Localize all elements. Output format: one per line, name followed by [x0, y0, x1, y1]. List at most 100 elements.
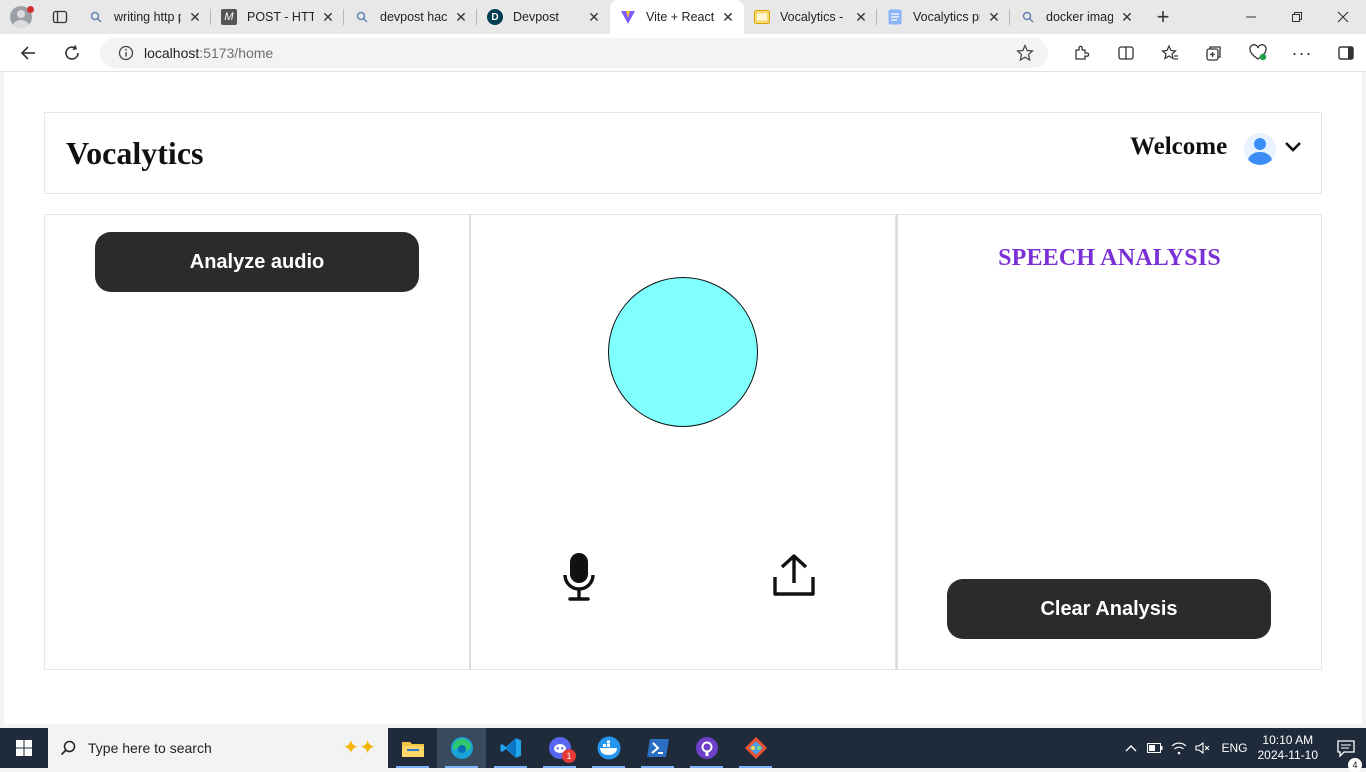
- collections-icon: [1206, 46, 1221, 61]
- taskbar-github-desktop[interactable]: [682, 728, 731, 768]
- taskbar-vscode[interactable]: [486, 728, 535, 768]
- taskbar-search-box[interactable]: Type here to search ✦✦: [48, 728, 388, 768]
- mdn-icon: M: [221, 9, 237, 25]
- upload-icon[interactable]: [772, 553, 816, 599]
- tab-title: Vocalytics - H: [780, 10, 847, 24]
- slides-icon: [754, 9, 770, 25]
- search-icon: [1020, 9, 1036, 25]
- more-options-button[interactable]: ···: [1280, 34, 1324, 72]
- app-header: Vocalytics Welcome: [44, 112, 1322, 194]
- tab-actions-icon: [52, 10, 68, 24]
- favorites-button[interactable]: [1148, 34, 1192, 72]
- tab-title: POST - HTTP: [247, 10, 314, 24]
- page-viewport: Vocalytics Welcome Analyze audio SPEECH …: [4, 72, 1362, 724]
- profile-button[interactable]: [0, 0, 42, 34]
- close-icon[interactable]: ✕: [586, 9, 602, 26]
- heart-pulse-icon: [1249, 44, 1267, 61]
- tab-vocalytics-docs[interactable]: Vocalytics pre ✕: [877, 0, 1010, 34]
- analyze-audio-button[interactable]: Analyze audio: [95, 232, 419, 292]
- search-icon: [88, 9, 104, 25]
- split-screen-icon: [1118, 46, 1134, 60]
- collections-button[interactable]: [1192, 34, 1236, 72]
- github-icon: [695, 737, 718, 759]
- close-icon[interactable]: ✕: [320, 9, 336, 26]
- taskbar-file-explorer[interactable]: [388, 728, 437, 768]
- url-path: :5173/home: [199, 45, 274, 61]
- close-icon[interactable]: ✕: [853, 9, 869, 26]
- search-icon: [48, 740, 88, 756]
- taskbar-docker[interactable]: [584, 728, 633, 768]
- microphone-icon[interactable]: [562, 551, 596, 603]
- tab-devpost[interactable]: D Devpost ✕: [477, 0, 610, 34]
- tab-vite-react[interactable]: Vite + React ✕: [610, 0, 744, 34]
- info-icon[interactable]: [108, 45, 144, 61]
- taskbar-edge[interactable]: [437, 728, 486, 768]
- notification-icon: [1337, 740, 1355, 758]
- notification-center-button[interactable]: 4: [1326, 738, 1366, 772]
- close-icon[interactable]: ✕: [1119, 9, 1135, 26]
- address-bar[interactable]: localhost:5173/home: [100, 38, 1048, 68]
- tab-title: Vite + React: [646, 10, 714, 24]
- sidebar-icon: [1338, 46, 1354, 60]
- extensions-button[interactable]: [1060, 34, 1104, 72]
- back-button[interactable]: [6, 34, 50, 72]
- url-host: localhost: [144, 45, 200, 61]
- taskbar-discord[interactable]: 1: [535, 728, 584, 768]
- puzzle-icon: [1075, 45, 1090, 60]
- notification-count-badge: 4: [1348, 758, 1362, 772]
- refresh-button[interactable]: [50, 34, 94, 72]
- audio-visualizer-orb: [608, 277, 758, 427]
- ellipsis-icon: ···: [1291, 42, 1313, 63]
- analyze-panel: Analyze audio: [44, 214, 470, 670]
- battery-icon[interactable]: [1143, 743, 1167, 753]
- close-window-button[interactable]: [1320, 0, 1366, 34]
- volume-muted-icon[interactable]: [1191, 741, 1215, 755]
- close-icon[interactable]: ✕: [187, 9, 203, 26]
- restore-button[interactable]: [1274, 0, 1320, 34]
- tab-vocalytics-slides[interactable]: Vocalytics - H ✕: [744, 0, 877, 34]
- minimize-icon: [1246, 16, 1256, 18]
- brand-title: Vocalytics: [66, 135, 204, 171]
- search-placeholder: Type here to search: [88, 740, 212, 756]
- docs-icon: [887, 9, 903, 25]
- close-icon: [1337, 11, 1349, 23]
- tab-docker-image[interactable]: docker image ✕: [1010, 0, 1143, 34]
- wifi-icon[interactable]: [1167, 741, 1191, 755]
- tab-title: docker image: [1046, 10, 1113, 24]
- chevron-up-icon: [1125, 745, 1137, 752]
- sidebar-toggle-button[interactable]: [1324, 34, 1366, 72]
- git-icon: [744, 737, 767, 759]
- chevron-down-icon[interactable]: [1284, 141, 1302, 153]
- show-hidden-icons-button[interactable]: [1119, 744, 1143, 752]
- taskbar-clock[interactable]: 10:10 AM 2024-11-10: [1258, 733, 1319, 763]
- tab-devpost-hack[interactable]: devpost hack ✕: [344, 0, 477, 34]
- language-indicator[interactable]: ENG: [1221, 741, 1247, 755]
- windows-logo-icon: [16, 740, 32, 756]
- taskbar-git[interactable]: [731, 728, 780, 768]
- taskbar-powershell[interactable]: [633, 728, 682, 768]
- tab-actions-button[interactable]: [42, 0, 78, 34]
- favorite-star-icon[interactable]: [1016, 44, 1034, 65]
- close-icon[interactable]: ✕: [453, 9, 469, 26]
- system-tray: ENG 10:10 AM 2024-11-10 4: [1119, 728, 1366, 772]
- windows-taskbar: Type here to search ✦✦ 1 ENG 10:10 AM 20…: [0, 728, 1366, 772]
- tab-writing-http[interactable]: writing http p ✕: [78, 0, 211, 34]
- split-screen-button[interactable]: [1104, 34, 1148, 72]
- powershell-icon: [646, 739, 669, 757]
- new-tab-button[interactable]: +: [1143, 0, 1183, 34]
- start-button[interactable]: [0, 728, 48, 768]
- vscode-icon: [500, 738, 521, 758]
- devpost-icon: D: [487, 9, 503, 25]
- tab-post-http[interactable]: M POST - HTTP ✕: [211, 0, 344, 34]
- recorder-panel: [469, 214, 896, 670]
- clock-time: 10:10 AM: [1262, 733, 1314, 747]
- sparkle-icon: ✦✦: [342, 737, 376, 759]
- speech-analysis-panel: SPEECH ANALYSIS Clear Analysis: [896, 214, 1322, 670]
- browser-essentials-button[interactable]: [1236, 34, 1280, 72]
- close-icon[interactable]: ✕: [986, 9, 1002, 26]
- user-avatar-icon[interactable]: [1244, 133, 1276, 165]
- browser-tab-strip: writing http p ✕ M POST - HTTP ✕ devpost…: [0, 0, 1366, 34]
- close-icon[interactable]: ✕: [720, 9, 736, 26]
- minimize-button[interactable]: [1228, 0, 1274, 34]
- clear-analysis-button[interactable]: Clear Analysis: [947, 579, 1271, 639]
